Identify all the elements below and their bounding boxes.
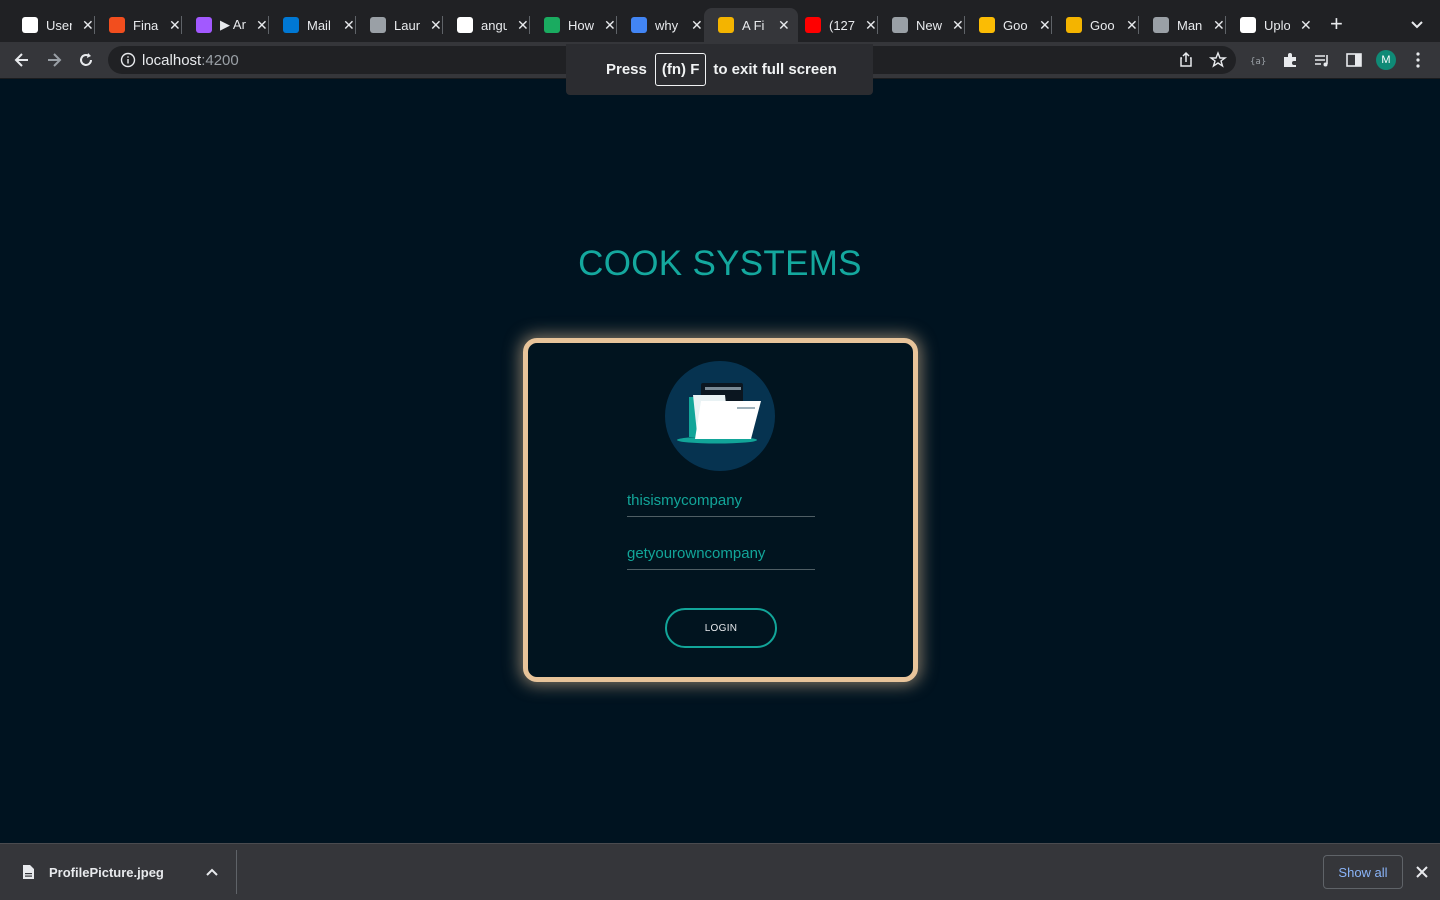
- globe-icon: [370, 17, 386, 33]
- reload-icon[interactable]: [76, 50, 96, 70]
- svg-text:{a}: {a}: [1250, 57, 1266, 67]
- tab-strip: + User ✕ Final ✕ ▶ Ar ✕ Mail ✕ Laun ✕ angu ✕ How ✕ why…: [0, 0, 1440, 46]
- close-icon[interactable]: [1413, 863, 1431, 881]
- tab-close-icon[interactable]: ✕: [691, 17, 703, 34]
- browser-tab[interactable]: New ✕: [878, 8, 972, 42]
- bookmark-star-icon[interactable]: [1208, 50, 1228, 70]
- tab-close-icon[interactable]: ✕: [1213, 17, 1225, 34]
- app-icon: [718, 17, 734, 33]
- youtube-icon: [805, 17, 821, 33]
- github-icon: [22, 17, 38, 33]
- extensions-puzzle-icon[interactable]: [1280, 50, 1300, 70]
- chrome-icon: [892, 17, 908, 33]
- tab-close-icon[interactable]: ✕: [604, 17, 616, 34]
- tab-title: How: [568, 17, 594, 33]
- menu-kebab-icon[interactable]: [1408, 50, 1428, 70]
- file-icon: [23, 865, 34, 879]
- tab-close-icon[interactable]: ✕: [169, 17, 181, 34]
- tab-title: New: [916, 17, 942, 33]
- tab-close-icon[interactable]: ✕: [865, 17, 877, 34]
- notice-rest-text: to exit full screen: [713, 61, 837, 78]
- download-shelf: ProfilePicture.jpeg Show all: [0, 843, 1440, 900]
- site-info-icon[interactable]: [120, 52, 136, 68]
- figma-icon: [196, 17, 212, 33]
- username-input[interactable]: [627, 492, 815, 509]
- brand-title: COOK SYSTEMS: [578, 244, 862, 283]
- browser-tab[interactable]: Final ✕: [95, 8, 189, 42]
- tab-close-icon[interactable]: ✕: [82, 17, 94, 34]
- github-icon: [1240, 17, 1256, 33]
- username-field[interactable]: [627, 487, 815, 517]
- tab-title: User: [46, 17, 72, 33]
- tab-title: A Fi: [742, 17, 765, 33]
- tab-title: Man: [1177, 17, 1203, 33]
- tab-close-icon[interactable]: ✕: [778, 17, 790, 34]
- browser-tab[interactable]: Laun ✕: [356, 8, 450, 42]
- browser-tab[interactable]: User ✕: [8, 8, 102, 42]
- google-icon: [631, 17, 647, 33]
- tab-title: Final: [133, 17, 159, 33]
- password-input[interactable]: [627, 545, 815, 562]
- back-icon[interactable]: [12, 50, 32, 70]
- browser-tab[interactable]: Man ✕: [1139, 8, 1233, 42]
- notice-key: (fn) F: [654, 53, 707, 86]
- password-field[interactable]: [627, 540, 815, 570]
- folder-logo-icon: [665, 361, 775, 471]
- tab-close-icon[interactable]: ✕: [1126, 17, 1138, 34]
- google-doc-icon: [979, 17, 995, 33]
- browser-tab[interactable]: angu ✕: [443, 8, 537, 42]
- tab-title: Goo: [1003, 17, 1028, 33]
- figma-icon: [109, 17, 125, 33]
- media-control-icon[interactable]: [1312, 50, 1332, 70]
- tab-title: why: [655, 17, 679, 33]
- tab-title: ▶ Ar: [220, 17, 246, 32]
- notice-press-text: Press: [606, 61, 647, 78]
- forward-icon[interactable]: [44, 50, 64, 70]
- profile-avatar[interactable]: M: [1376, 50, 1396, 70]
- shelf-divider: [236, 850, 237, 894]
- url-text: localhost:4200: [142, 52, 239, 69]
- tab-close-icon[interactable]: ✕: [952, 17, 964, 34]
- browser-tab[interactable]: Goo ✕: [1052, 8, 1146, 42]
- browser-tab[interactable]: How ✕: [530, 8, 624, 42]
- side-panel-icon[interactable]: [1344, 50, 1364, 70]
- tab-search-icon[interactable]: [1408, 16, 1426, 34]
- login-card: LOGIN: [523, 338, 918, 682]
- chevron-up-icon[interactable]: [205, 866, 219, 878]
- tab-title: Uplo: [1264, 17, 1290, 33]
- download-file-name[interactable]: ProfilePicture.jpeg: [49, 865, 164, 880]
- tab-title: Mail: [307, 17, 331, 33]
- browser-tab[interactable]: ▶ Ar ✕: [182, 8, 276, 42]
- browser-tab[interactable]: Uplo ✕: [1226, 8, 1320, 42]
- browser-tab[interactable]: Mail ✕: [269, 8, 363, 42]
- tab-close-icon[interactable]: ✕: [256, 17, 268, 34]
- w-icon: [544, 17, 560, 33]
- browser-tab[interactable]: A Fi ✕: [704, 8, 798, 42]
- google-slides-icon: [1066, 17, 1082, 33]
- login-button[interactable]: LOGIN: [665, 608, 777, 648]
- tab-title: Goo: [1090, 17, 1115, 33]
- globe-icon: [1153, 17, 1169, 33]
- tab-close-icon[interactable]: ✕: [430, 17, 442, 34]
- tab-close-icon[interactable]: ✕: [1039, 17, 1051, 34]
- outlook-icon: [283, 17, 299, 33]
- tab-title: Laun: [394, 17, 420, 33]
- browser-tab[interactable]: Goo ✕: [965, 8, 1059, 42]
- tab-close-icon[interactable]: ✕: [1300, 17, 1312, 34]
- browser-tab[interactable]: (127 ✕: [791, 8, 885, 42]
- tab-close-icon[interactable]: ✕: [517, 17, 529, 34]
- tab-title: angu: [481, 17, 507, 33]
- browser-tab[interactable]: why ✕: [617, 8, 711, 42]
- show-all-button[interactable]: Show all: [1323, 855, 1403, 889]
- fullscreen-exit-notice: Press (fn) F to exit full screen: [566, 44, 873, 95]
- new-tab-button[interactable]: +: [1330, 12, 1343, 36]
- tab-title: (127: [829, 17, 855, 33]
- github-icon: [457, 17, 473, 33]
- extension-icon[interactable]: {a}: [1248, 50, 1268, 70]
- tab-close-icon[interactable]: ✕: [343, 17, 355, 34]
- share-icon[interactable]: [1176, 50, 1196, 70]
